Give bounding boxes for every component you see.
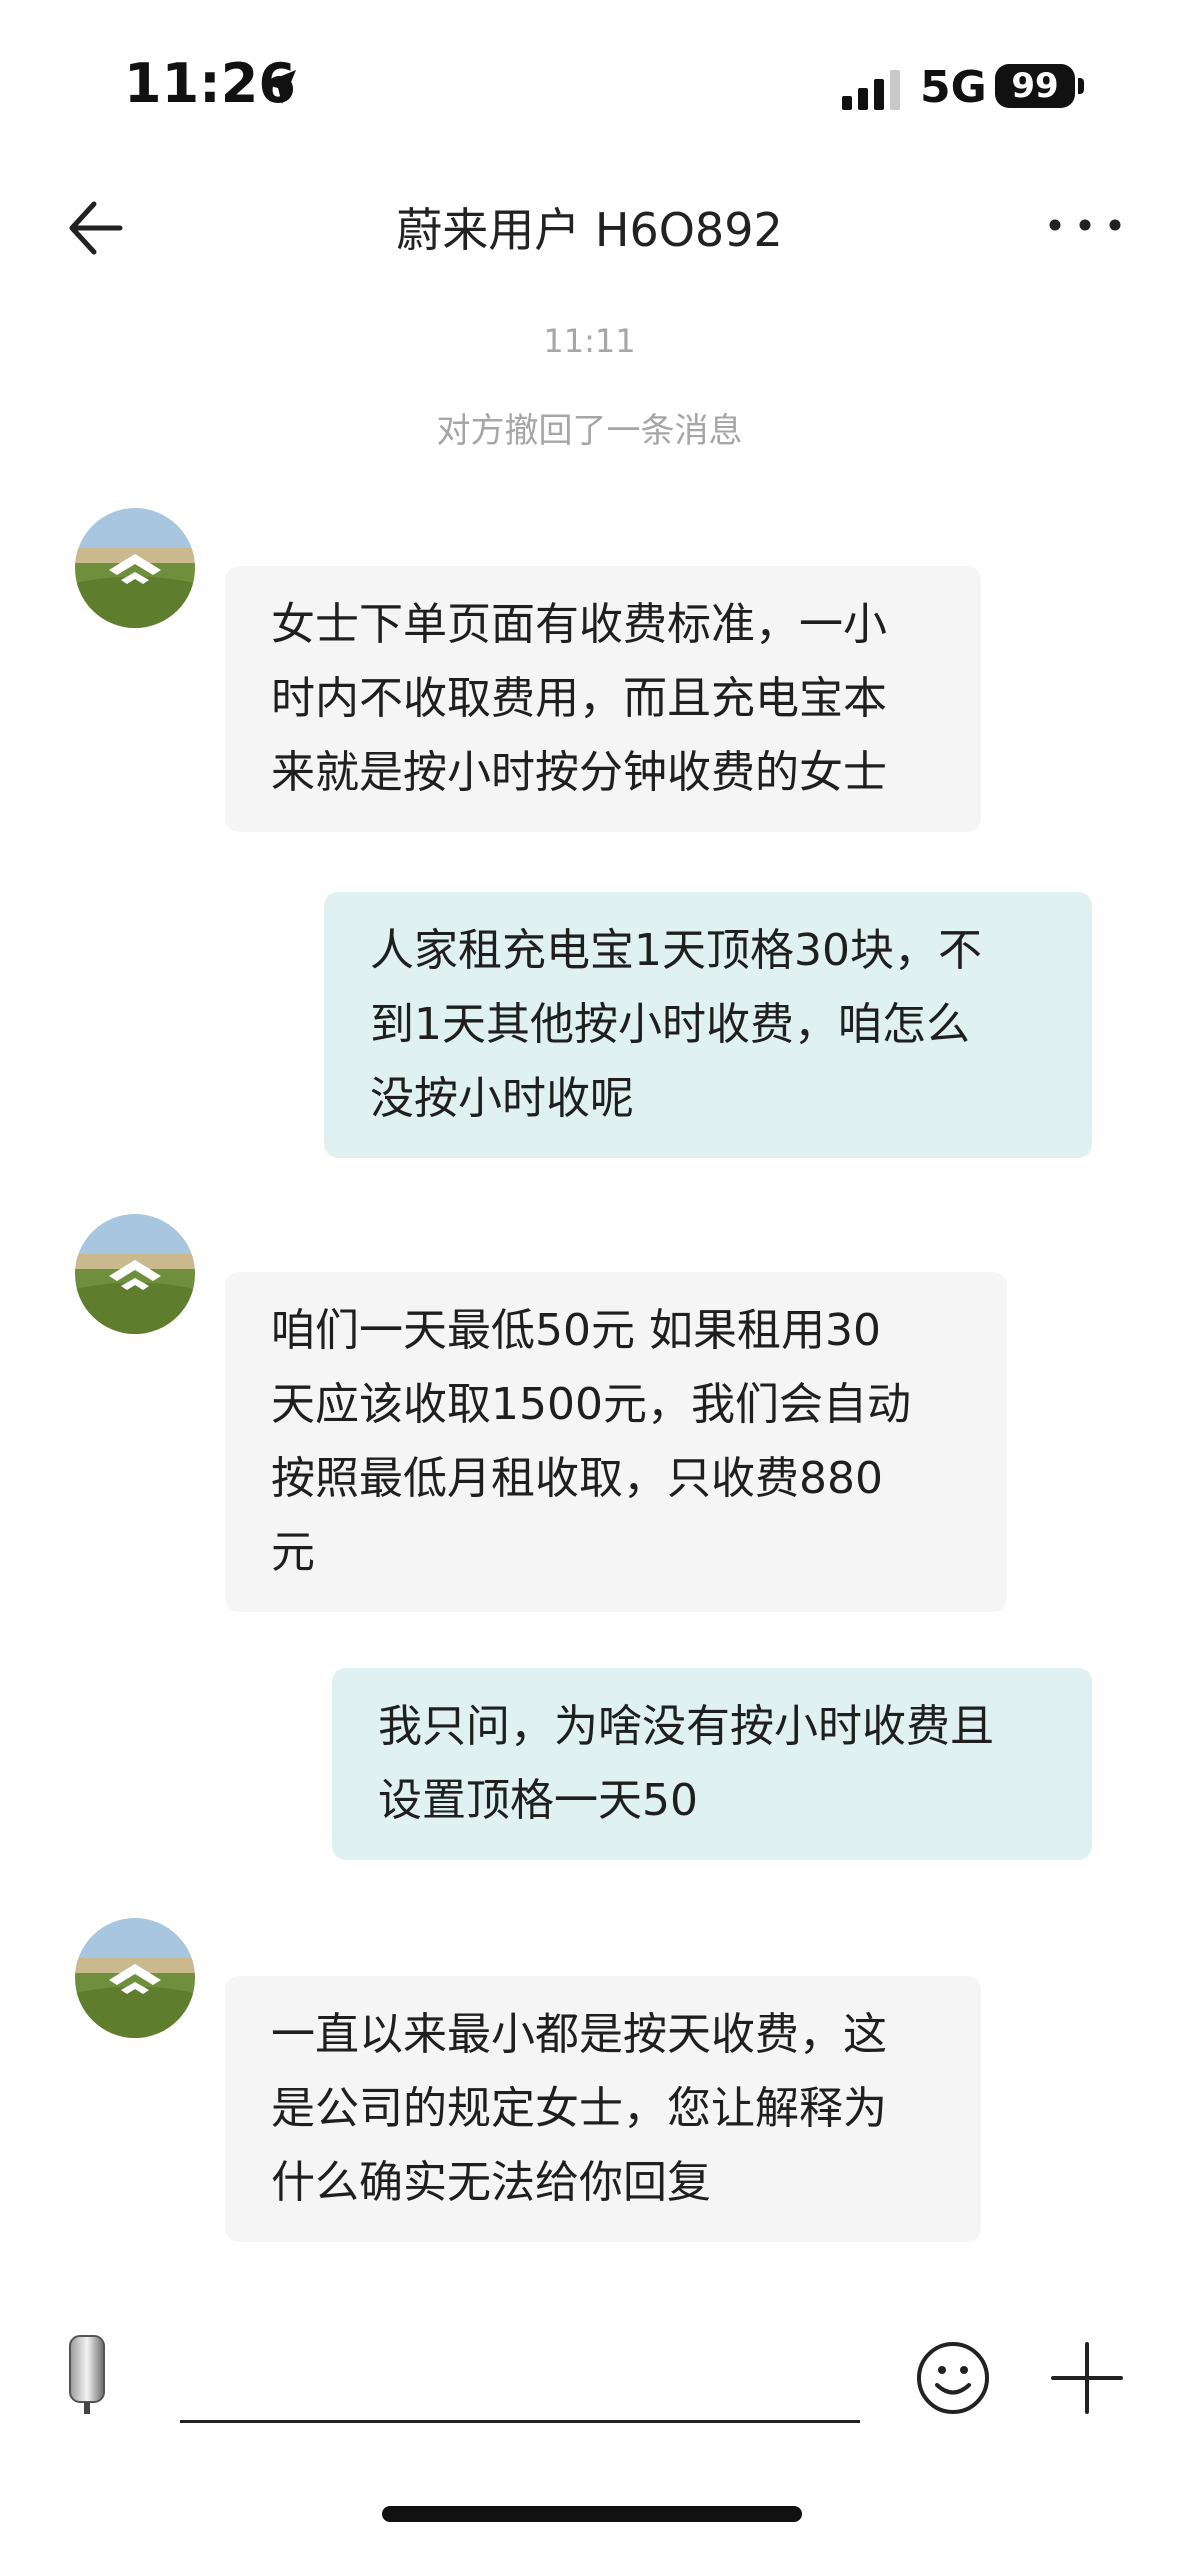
message-line: 到1天其他按小时收费，咱怎么 (370, 999, 970, 1050)
message-input[interactable] (180, 2320, 860, 2423)
message-bubble-outgoing[interactable]: 人家租充电宝1天顶格30块，不 到1天其他按小时收费，咱怎么 没按小时收呢 (324, 892, 1092, 1158)
location-arrow-icon (262, 70, 296, 104)
message-bubble-outgoing[interactable]: 我只问，为啥没有按小时收费且 设置顶格一天50 (332, 1668, 1092, 1860)
microphone-icon[interactable] (64, 2332, 110, 2416)
battery-cap (1078, 78, 1084, 94)
plus-icon[interactable] (1049, 2340, 1125, 2416)
recall-notice: 对方撤回了一条消息 (436, 411, 743, 451)
home-indicator[interactable] (382, 2506, 802, 2522)
input-bar (0, 2300, 1179, 2450)
message-line: 天应该收取1500元，我们会自动 (271, 1379, 911, 1430)
status-bar: 11:26 5G 99 (0, 0, 1179, 170)
message-line: 设置顶格一天50 (378, 1775, 698, 1826)
more-icon[interactable] (1040, 200, 1130, 250)
message-bubble-incoming[interactable]: 一直以来最小都是按天收费，这 是公司的规定女士，您让解释为 什么确实无法给你回复 (225, 1976, 981, 2242)
avatar-image (75, 508, 195, 628)
message-line: 按照最低月租收取，只收费880 (271, 1453, 883, 1504)
message-line: 是公司的规定女士，您让解释为 (271, 2083, 887, 2134)
emoji-icon[interactable] (915, 2340, 991, 2416)
avatar-image (75, 1918, 195, 2038)
message-line: 元 (271, 1527, 315, 1578)
message-line: 什么确实无法给你回复 (271, 2157, 711, 2208)
message-line: 时内不收取费用，而且充电宝本 (271, 673, 887, 724)
message-line: 女士下单页面有收费标准，一小 (271, 599, 887, 650)
contact-avatar[interactable] (75, 1918, 195, 2038)
avatar-image (75, 1214, 195, 1334)
contact-avatar[interactable] (75, 1214, 195, 1334)
message-line: 来就是按小时按分钟收费的女士 (271, 747, 887, 798)
message-line: 我只问，为啥没有按小时收费且 (378, 1701, 994, 1752)
back-arrow-icon[interactable] (62, 188, 142, 268)
message-line: 人家租充电宝1天顶格30块，不 (370, 925, 982, 976)
battery-indicator: 99 (995, 64, 1075, 108)
chat-timestamp: 11:11 (543, 322, 636, 360)
message-line: 一直以来最小都是按天收费，这 (271, 2009, 887, 2060)
network-type: 5G (920, 62, 987, 113)
message-bubble-incoming[interactable]: 咱们一天最低50元 如果租用30 天应该收取1500元，我们会自动 按照最低月租… (225, 1272, 1007, 1612)
message-line: 没按小时收呢 (370, 1073, 634, 1124)
message-bubble-incoming[interactable]: 女士下单页面有收费标准，一小 时内不收取费用，而且充电宝本 来就是按小时按分钟收… (225, 566, 981, 832)
chat-title: 蔚来用户 H6O892 (396, 203, 783, 257)
contact-avatar[interactable] (75, 508, 195, 628)
message-line: 咱们一天最低50元 如果租用30 (271, 1305, 881, 1356)
cellular-signal-icon (842, 70, 900, 110)
nav-bar: 蔚来用户 H6O892 (0, 170, 1179, 280)
